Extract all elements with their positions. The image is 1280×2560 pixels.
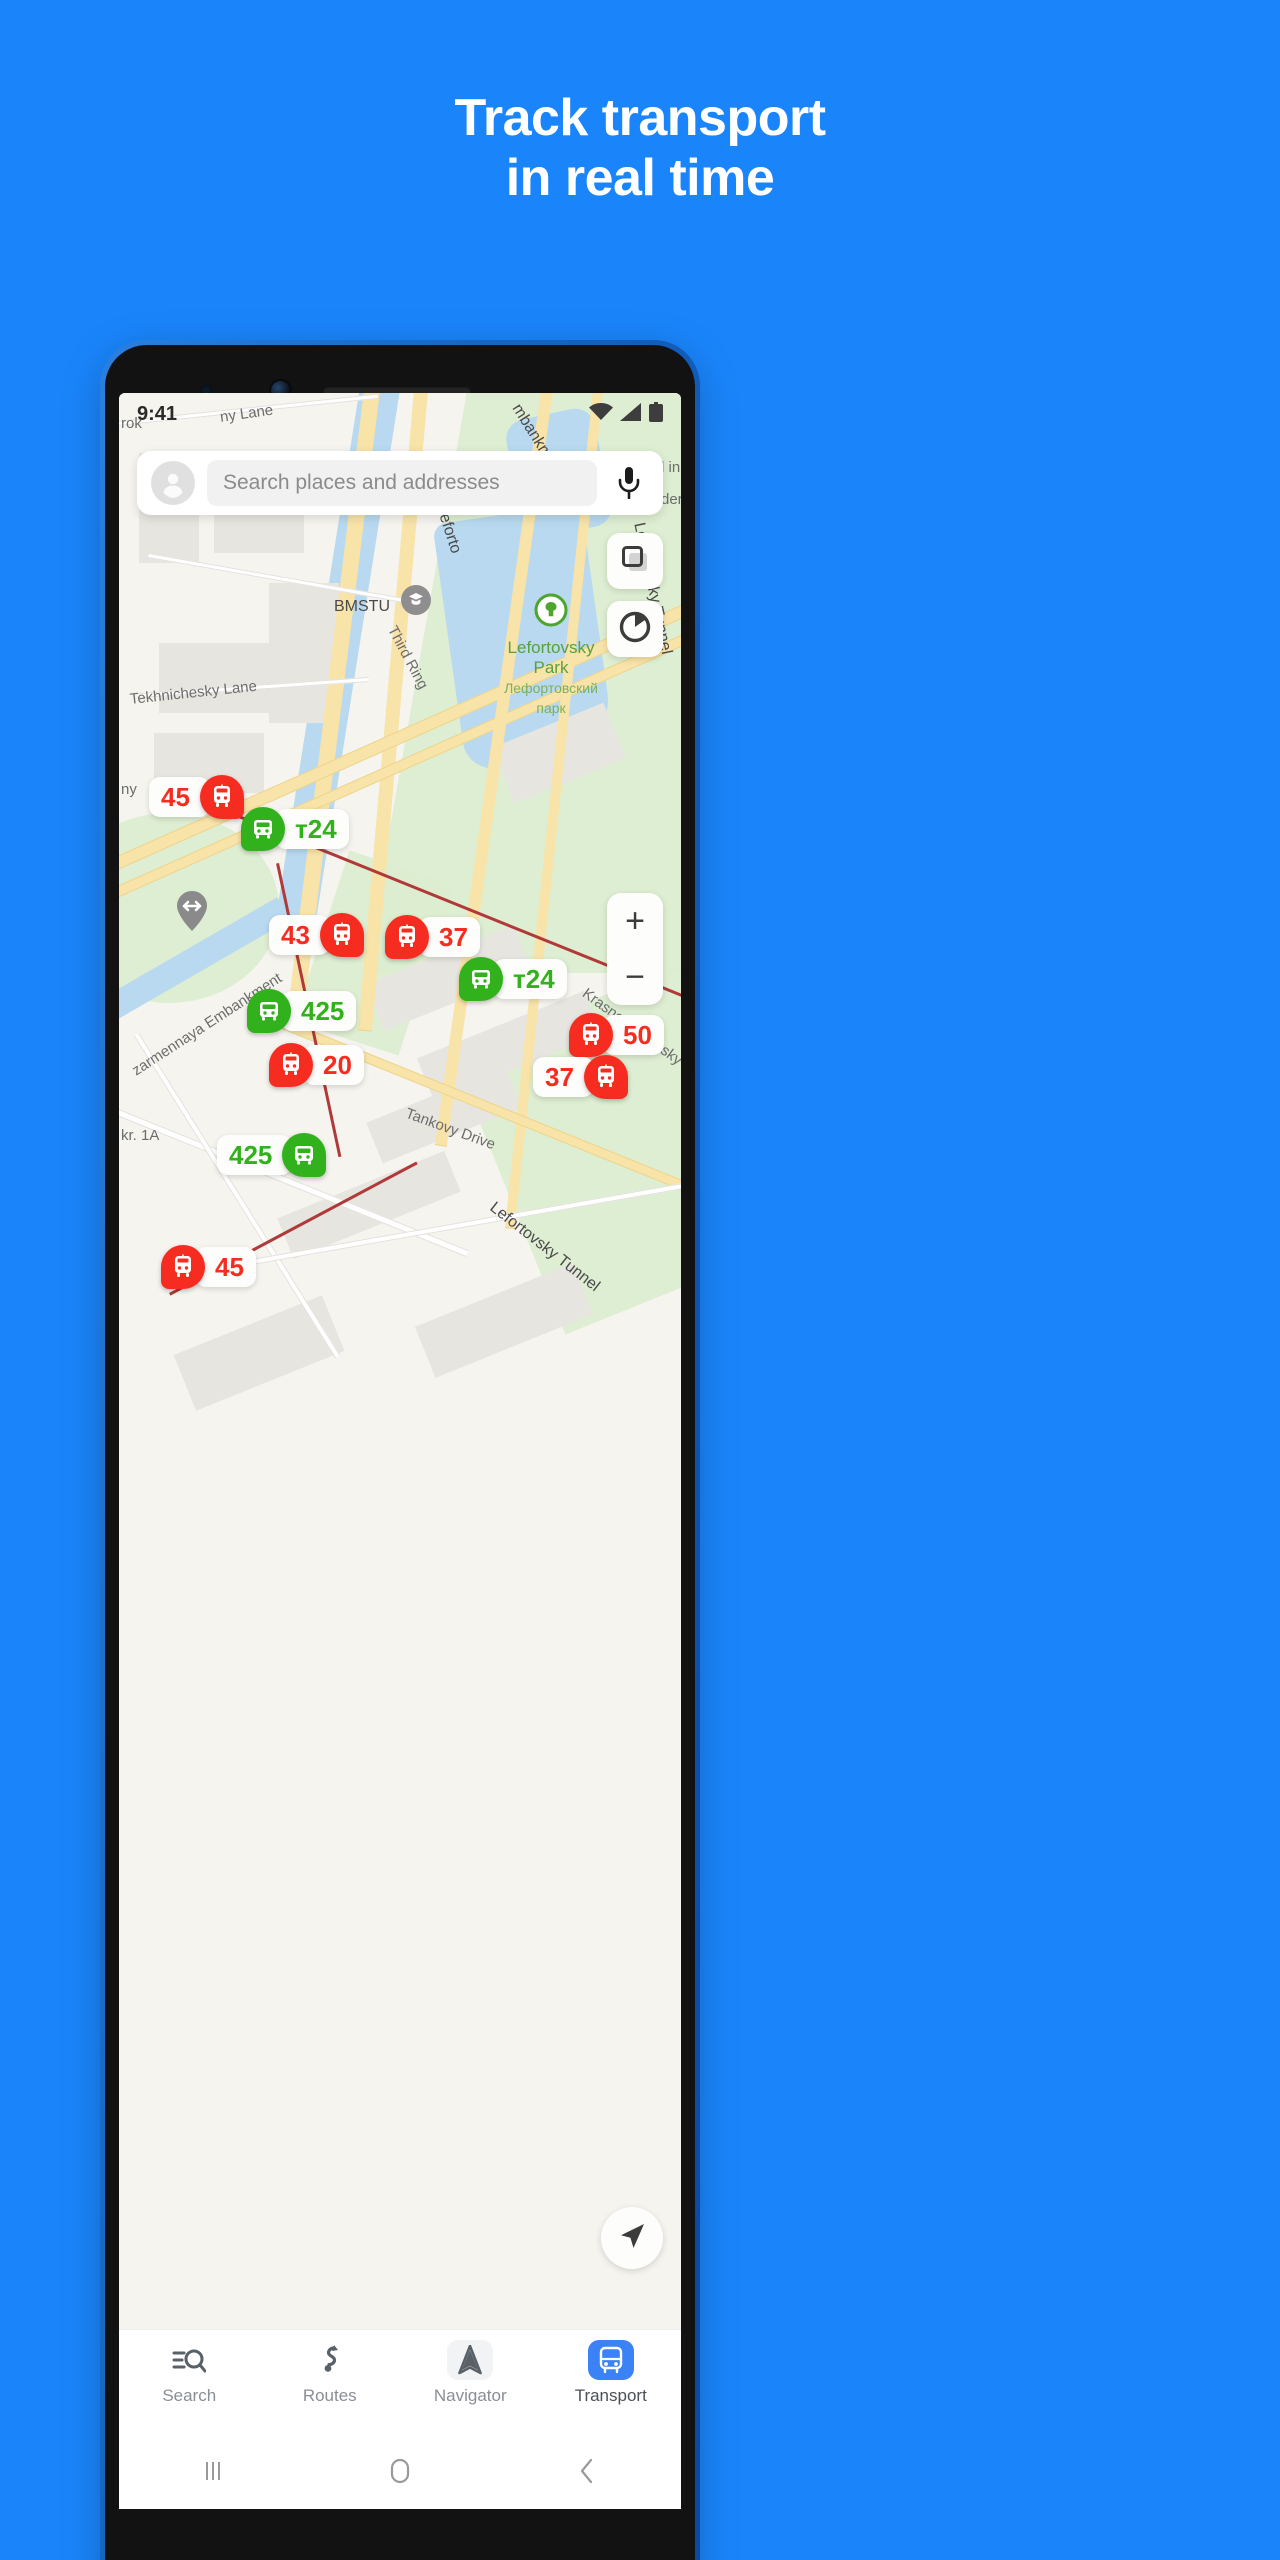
status-time: 9:41 [137,402,178,425]
transport-marker-bus-т24[interactable]: т24 [241,807,349,851]
transport-marker-tram-37[interactable]: 37 [533,1055,628,1099]
back-icon [576,2457,598,2490]
layers-button[interactable] [607,533,663,589]
transport-route-label: т24 [275,809,349,849]
map-block [173,1295,345,1411]
bus-icon [459,957,503,1001]
transport-route-label: т24 [493,959,567,999]
tree-icon [534,593,568,632]
transport-route-label: 425 [217,1135,293,1175]
zoom-in-icon: + [625,902,645,940]
park-name-ru: Лефортовский парк [504,680,598,716]
tram-icon [583,1055,628,1099]
nav-item-search[interactable]: Search [119,2330,260,2406]
tram-icon [199,775,244,819]
phone-screen: BMSTU Third Ring Tekhnichesky Lane Lefortov… [119,393,681,2509]
home-button[interactable] [306,2457,493,2490]
nav-label-navigator: Navigator [433,2386,507,2405]
tram-icon [385,915,429,959]
zoom-out-button[interactable]: − [607,949,663,1005]
zoom-out-icon: − [625,958,645,996]
phone-mockup: BMSTU Third Ring Tekhnichesky Lane Lefortov… [100,340,700,2560]
promo-headline: Track transport in real time [0,88,1280,208]
signal-icon [620,402,642,426]
phone-body: BMSTU Third Ring Tekhnichesky Lane Lefortov… [105,345,695,2560]
bottom-navigation: Search Routes Navigator Transport [119,2329,681,2437]
bus-icon [282,1133,327,1177]
transport-marker-tram-45[interactable]: 45 [161,1245,256,1289]
recents-icon [201,2458,225,2489]
navigation-arrow-icon [618,2222,646,2255]
bus-icon [247,989,291,1033]
tram-icon [161,1245,205,1289]
nav-item-navigator[interactable]: Navigator [400,2330,541,2406]
user-avatar-icon[interactable] [151,461,195,505]
back-button[interactable] [494,2457,681,2490]
tram-icon [269,1043,313,1087]
map-canvas[interactable]: BMSTU Third Ring Tekhnichesky Lane Lefortov… [119,393,681,2509]
map-label: BMSTU [334,598,390,615]
transport-marker-tram-43[interactable]: 43 [269,913,364,957]
locate-me-button[interactable] [601,2207,663,2269]
nav-label-transport: Transport [574,2386,647,2405]
nav-item-transport[interactable]: Transport [541,2330,682,2406]
nav-label-search: Search [162,2386,217,2405]
status-icons [589,401,663,427]
zoom-in-button[interactable]: + [607,893,663,949]
nav-label-routes: Routes [302,2386,357,2405]
navigator-arrow-icon [447,2340,494,2380]
status-bar: 9:41 [119,393,681,435]
map-label: der [661,491,681,508]
transport-marker-tram-20[interactable]: 20 [269,1043,364,1087]
pedestrian-crossing-icon[interactable] [175,891,209,931]
route-icon [307,2340,353,2380]
recents-button[interactable] [119,2458,306,2489]
map-label: ny [121,781,137,798]
layers-icon [620,544,650,579]
system-navigation-bar [119,2437,681,2509]
transport-route-label: 425 [281,991,357,1031]
tram-icon [569,1013,613,1057]
search-list-icon [166,2340,212,2380]
transport-marker-tram-37[interactable]: 37 [385,915,480,959]
battery-icon [649,401,663,427]
university-icon[interactable] [401,585,431,620]
search-placeholder: Search places and addresses [223,471,500,494]
transport-marker-bus-т24[interactable]: т24 [459,957,567,1001]
compass-button[interactable] [607,601,663,657]
bus-icon [587,2340,634,2380]
transport-marker-tram-50[interactable]: 50 [569,1013,664,1057]
home-icon [388,2457,412,2490]
nav-item-routes[interactable]: Routes [260,2330,401,2406]
headline-line-2: in real time [505,149,775,207]
search-bar[interactable]: Search places and addresses [137,451,663,515]
transport-marker-tram-45[interactable]: 45 [149,775,244,819]
map-label: kr. 1A [121,1127,160,1144]
wifi-icon [589,402,613,426]
compass-ring-icon [618,610,652,649]
search-input[interactable]: Search places and addresses [207,460,597,506]
tram-icon [319,913,364,957]
headline-line-1: Track transport [454,89,826,147]
bus-icon [241,807,285,851]
microphone-icon[interactable] [609,467,649,499]
zoom-controls[interactable]: + − [607,893,663,1005]
map-block [414,1263,594,1378]
map-label: l in [661,459,681,476]
transport-marker-bus-425[interactable]: 425 [247,989,357,1033]
transport-marker-bus-425[interactable]: 425 [217,1133,327,1177]
